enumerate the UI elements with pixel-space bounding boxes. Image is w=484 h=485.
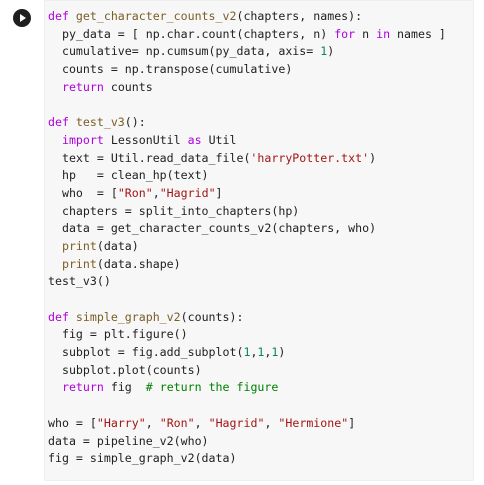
code-line: counts = np.transpose(cumulative) <box>48 61 446 79</box>
code-token: fig = plt.figure() <box>48 327 188 342</box>
run-cell-button[interactable] <box>13 9 31 27</box>
code-line: fig = plt.figure() <box>48 326 446 344</box>
code-token: fig <box>103 380 146 395</box>
code-token: print <box>61 238 97 253</box>
code-token: 'harryPotter.txt' <box>250 150 370 165</box>
code-token: def <box>48 9 76 23</box>
code-line: who = ["Ron","Hagrid"] <box>48 185 446 203</box>
code-token: ) <box>369 150 377 165</box>
code-token: as <box>187 132 202 147</box>
code-line: chapters = split_into_chapters(hp) <box>48 203 446 221</box>
code-token: return <box>61 380 104 395</box>
scrollbar-gutter <box>474 0 484 485</box>
code-line: test_v3() <box>48 273 446 291</box>
code-line: who = ["Harry", "Ron", "Hagrid", "Hermio… <box>48 415 446 433</box>
code-token: (chapters, names): <box>236 9 363 23</box>
code-token: print <box>61 256 97 271</box>
code-token: data = pipeline_v2(who) <box>48 433 209 448</box>
code-token: test_v3 <box>75 115 125 130</box>
code-token: "Harry" <box>96 415 146 430</box>
code-token: , <box>152 185 160 200</box>
code-token: LessonUtil <box>103 132 188 147</box>
code-token: ] <box>215 185 223 200</box>
code-line: print(data.shape) <box>48 256 446 274</box>
code-line: return fig # return the figure <box>48 379 446 397</box>
code-line: import LessonUtil as Util <box>48 132 446 150</box>
code-token: subplot = fig.add_subplot( <box>48 345 244 360</box>
code-token: chapters = split_into_chapters(hp) <box>48 203 300 218</box>
code-token: py_data = [ np.char.count(chapters, n) <box>48 26 335 41</box>
code-line: data = pipeline_v2(who) <box>48 433 446 451</box>
code-token: , <box>194 415 209 430</box>
code-token: "Hagrid" <box>208 415 265 430</box>
code-token: def <box>48 309 76 324</box>
code-line: def get_character_counts_v2(chapters, na… <box>48 8 446 26</box>
code-token: import <box>61 132 104 147</box>
code-token: subplot.plot(counts) <box>48 362 202 377</box>
code-line: hp = clean_hp(text) <box>48 167 446 185</box>
code-text[interactable]: def get_character_counts_v2(chapters, na… <box>48 8 446 468</box>
code-token: cumulative= np.cumsum(py_data, axis= <box>48 44 321 59</box>
code-token: (data.shape) <box>96 256 181 271</box>
code-token: names ] <box>390 26 446 41</box>
code-token: for <box>334 26 356 41</box>
code-token: hp = clean_hp(text) <box>48 168 209 183</box>
code-token: "Hermione" <box>278 415 349 430</box>
code-line: return counts <box>48 79 446 97</box>
code-token: in <box>376 26 391 41</box>
code-token: simple_graph_v2 <box>75 309 181 324</box>
code-cell[interactable]: def get_character_counts_v2(chapters, na… <box>0 0 484 485</box>
code-token: data = get_character_counts_v2(chapters,… <box>48 221 377 236</box>
code-line: subplot = fig.add_subplot(1,1,1) <box>48 344 446 362</box>
code-token: get_character_counts_v2 <box>75 9 237 23</box>
code-line: print(data) <box>48 238 446 256</box>
code-token: ) <box>327 44 335 59</box>
code-line: def simple_graph_v2(counts): <box>48 309 446 327</box>
code-token: counts <box>103 79 153 94</box>
code-token: "Hagrid" <box>159 185 216 200</box>
code-token: test_v3() <box>48 274 111 289</box>
play-icon <box>20 14 26 22</box>
code-token: ] <box>348 415 356 430</box>
code-token: "Ron" <box>159 415 195 430</box>
code-line: fig = simple_graph_v2(data) <box>48 450 446 468</box>
code-line: cumulative= np.cumsum(py_data, axis= 1) <box>48 43 446 61</box>
code-token: , <box>145 415 160 430</box>
code-token: # return the figure <box>145 380 279 395</box>
code-token: (): <box>124 115 146 130</box>
code-line: data = get_character_counts_v2(chapters,… <box>48 220 446 238</box>
code-line: def test_v3(): <box>48 114 446 132</box>
code-line: py_data = [ np.char.count(chapters, n) f… <box>48 26 446 44</box>
code-token: who = [ <box>48 185 118 200</box>
code-token: counts = np.transpose(cumulative) <box>48 62 293 77</box>
code-line: text = Util.read_data_file('harryPotter.… <box>48 150 446 168</box>
code-line: subplot.plot(counts) <box>48 362 446 380</box>
code-token: text = Util.read_data_file( <box>48 150 251 165</box>
code-token: ) <box>278 345 286 360</box>
code-token: , <box>264 415 279 430</box>
code-token: (data) <box>96 238 139 253</box>
code-token: def <box>48 115 76 130</box>
code-token: "Ron" <box>117 185 153 200</box>
code-token: fig = simple_graph_v2(data) <box>48 451 237 466</box>
code-token: (counts): <box>180 309 244 324</box>
code-token: n <box>355 26 377 41</box>
code-token: return <box>61 79 104 94</box>
code-token: who = [ <box>48 415 97 430</box>
code-token: Util <box>201 132 237 147</box>
